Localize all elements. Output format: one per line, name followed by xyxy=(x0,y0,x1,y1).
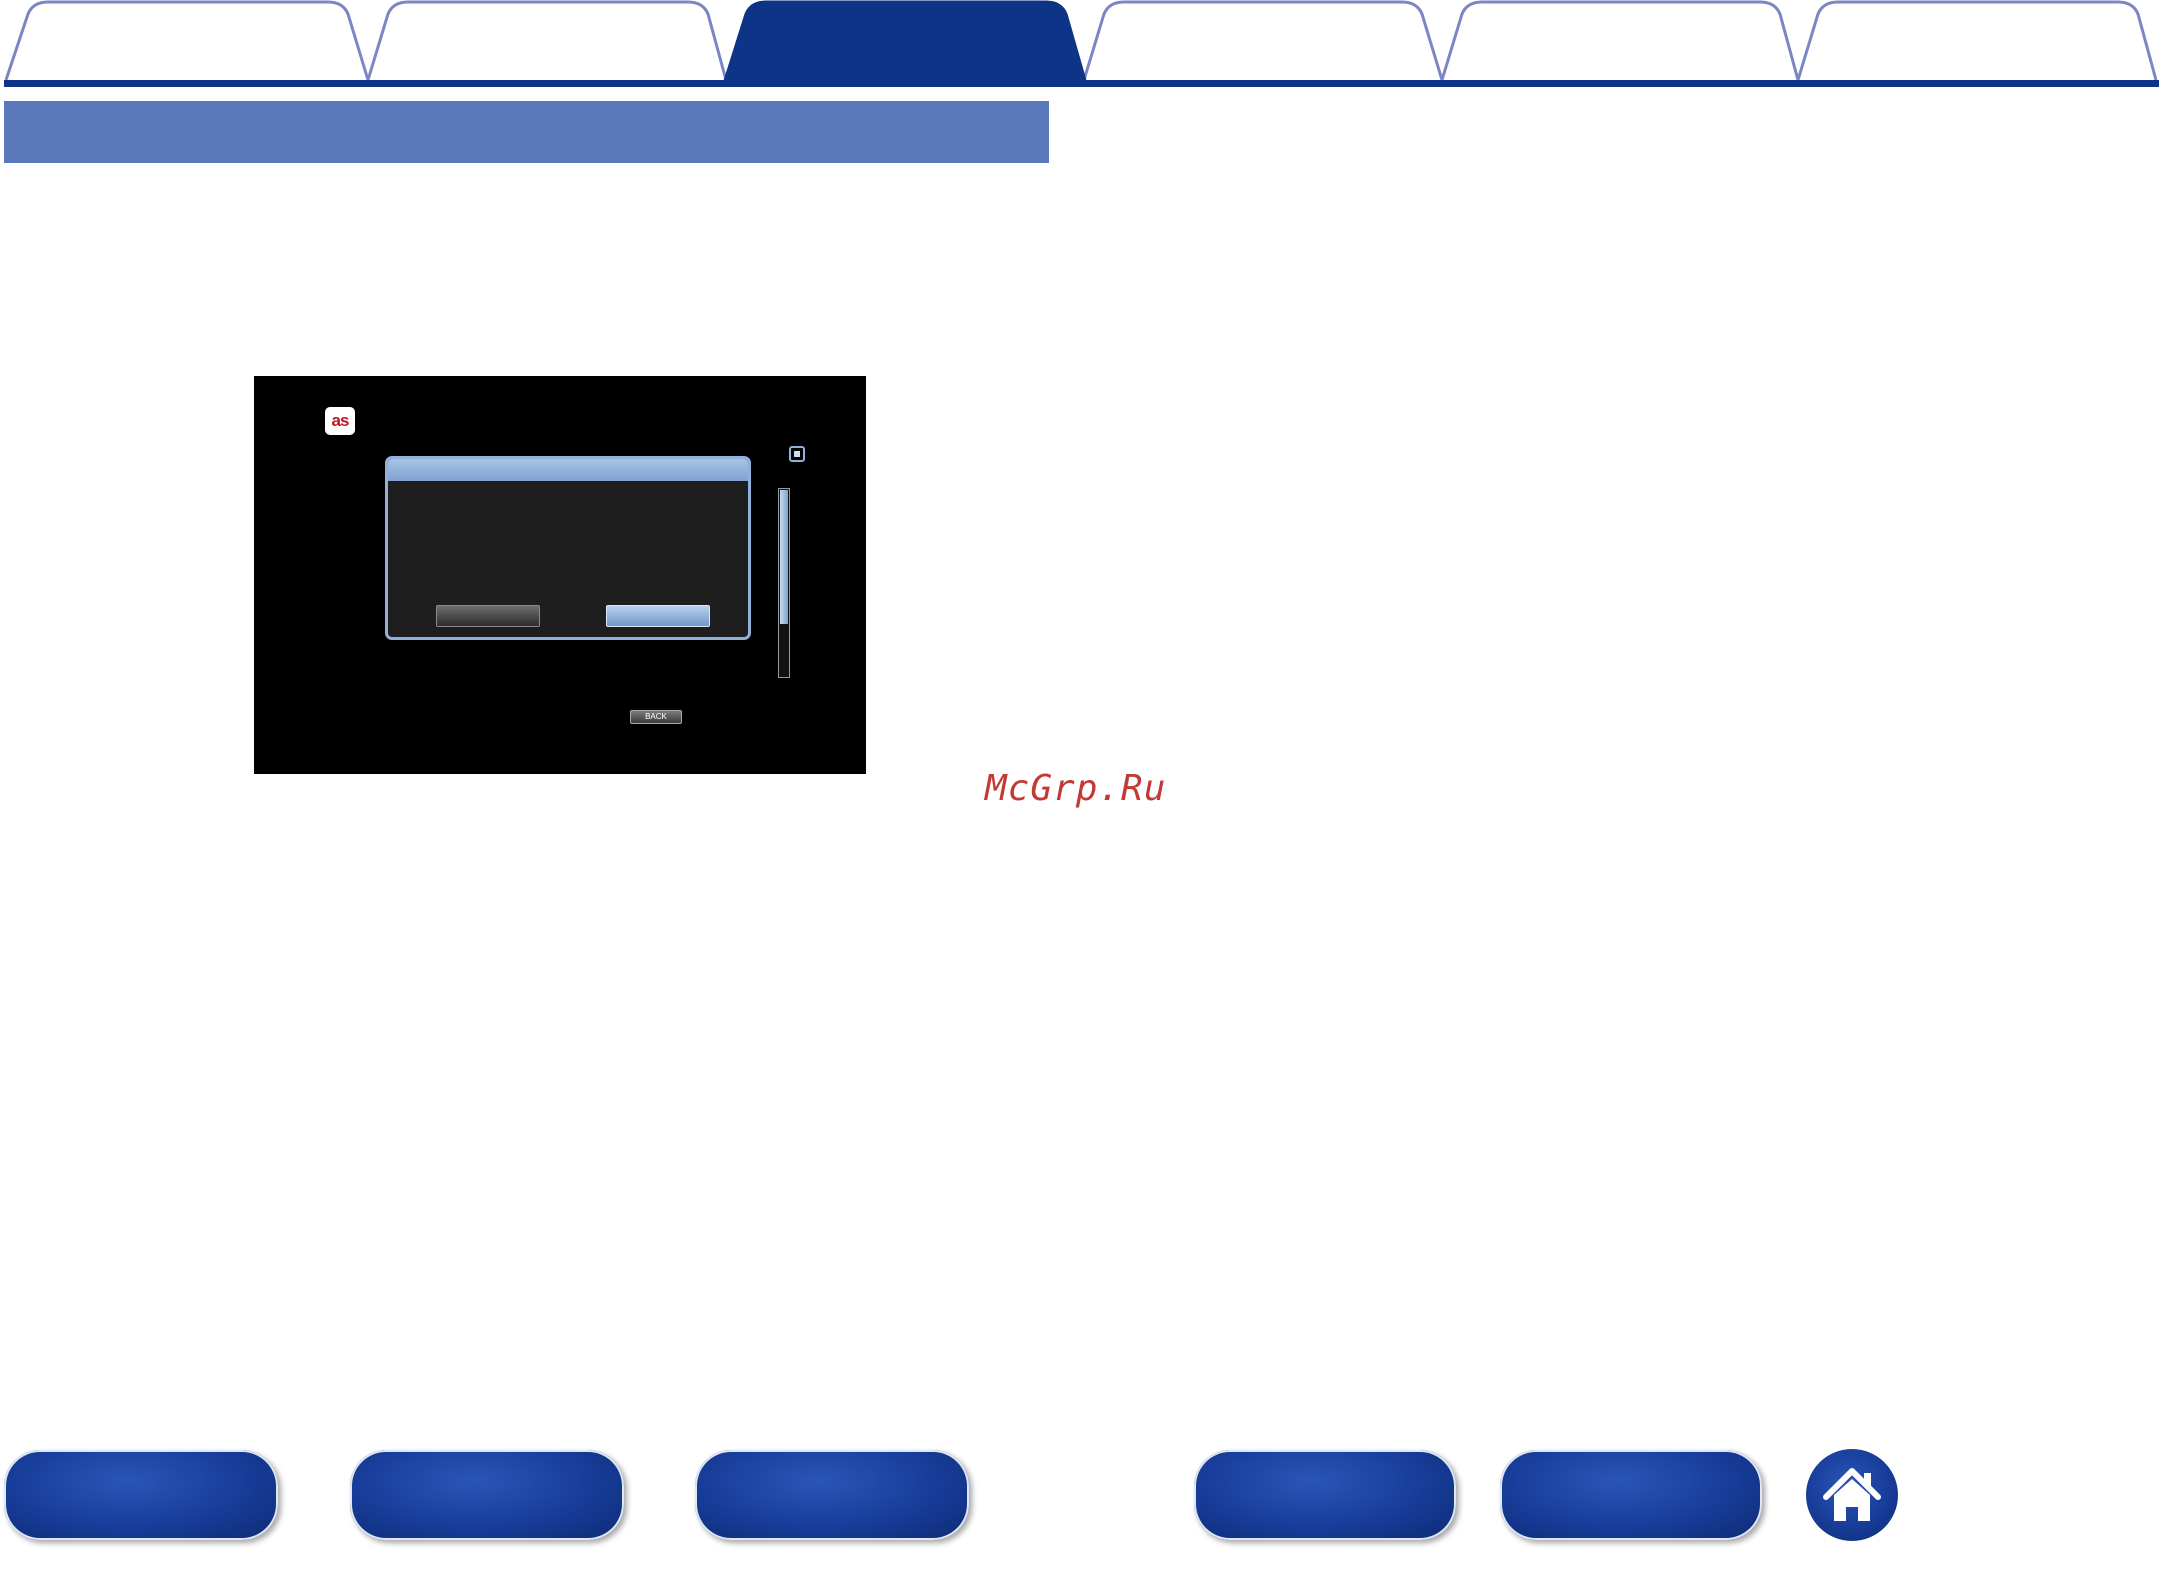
dialog-button-left[interactable] xyxy=(436,605,540,627)
tab-rule xyxy=(4,80,2159,87)
nav-button-3[interactable] xyxy=(695,1450,969,1540)
lastfm-icon: as xyxy=(325,407,355,435)
tab-3[interactable] xyxy=(726,0,1084,80)
tv-screen-capture: as BACK xyxy=(254,376,866,774)
tab-1[interactable] xyxy=(8,0,368,80)
scrollbar[interactable] xyxy=(778,488,790,678)
tab-strip xyxy=(0,0,2159,90)
watermark: McGrp.Ru xyxy=(985,768,1167,809)
nav-button-2[interactable] xyxy=(350,1450,624,1540)
nav-button-4[interactable] xyxy=(1194,1450,1456,1540)
tab-5[interactable] xyxy=(1442,0,1798,80)
dialog-title-bar xyxy=(388,459,748,481)
scroll-thumb[interactable] xyxy=(780,490,788,624)
tab-4[interactable] xyxy=(1084,0,1442,80)
dialog-button-right-selected[interactable] xyxy=(606,605,710,627)
stop-icon xyxy=(789,446,805,462)
section-header-band xyxy=(4,101,1049,163)
tab-2[interactable] xyxy=(368,0,726,80)
nav-button-1[interactable] xyxy=(4,1450,278,1540)
back-key-label: BACK xyxy=(630,710,682,724)
home-icon xyxy=(1823,1468,1881,1521)
confirmation-dialog xyxy=(385,456,751,640)
nav-button-5[interactable] xyxy=(1500,1450,1762,1540)
home-button[interactable] xyxy=(1806,1449,1898,1541)
tab-6[interactable] xyxy=(1798,0,2156,80)
